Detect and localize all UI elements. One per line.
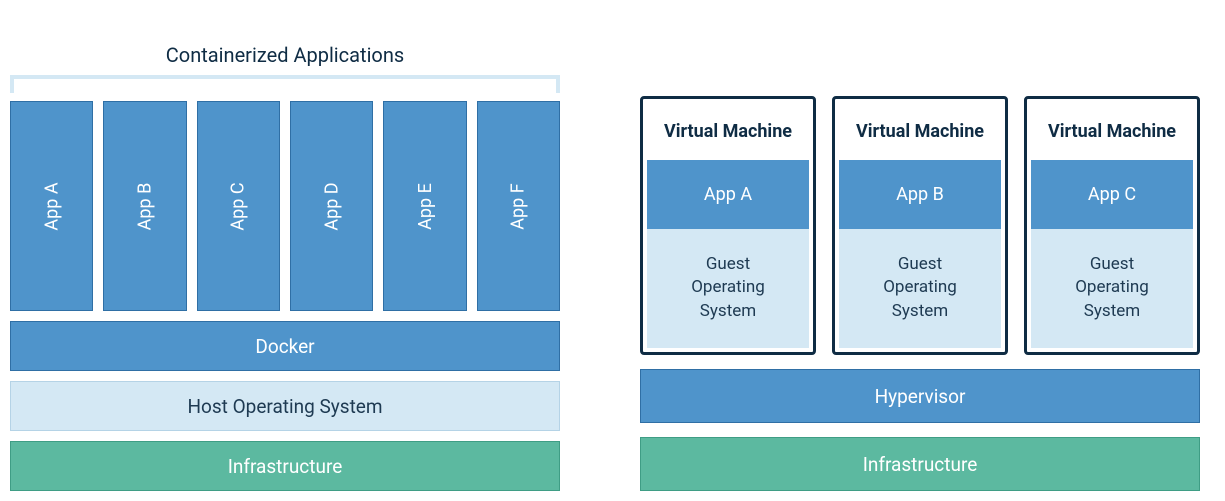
vm-guest-os-layer: GuestOperatingSystem <box>1031 229 1193 348</box>
app-label: App D <box>321 182 342 230</box>
app-label: App C <box>228 182 249 230</box>
docker-layer: Docker <box>10 321 560 371</box>
host-os-layer: Host Operating System <box>10 381 560 431</box>
guest-os-text: GuestOperatingSystem <box>883 254 957 322</box>
app-label: App F <box>508 183 529 229</box>
app-box: App B <box>103 101 186 311</box>
vm-guest-os-layer: GuestOperatingSystem <box>647 229 809 348</box>
app-label: App B <box>134 182 155 230</box>
container-architecture: Containerized Applications App A App B A… <box>10 10 560 491</box>
vm-box: Virtual Machine App C GuestOperatingSyst… <box>1024 96 1200 355</box>
container-apps-row: App A App B App C App D App E App F <box>10 101 560 311</box>
vm-box: Virtual Machine App A GuestOperatingSyst… <box>640 96 816 355</box>
infrastructure-layer: Infrastructure <box>640 437 1200 491</box>
vm-title: Virtual Machine <box>647 103 809 160</box>
container-title: Containerized Applications <box>10 43 560 67</box>
vm-app-layer: App C <box>1031 160 1193 229</box>
vm-title: Virtual Machine <box>839 103 1001 160</box>
vm-row: Virtual Machine App A GuestOperatingSyst… <box>640 96 1200 355</box>
infrastructure-layer: Infrastructure <box>10 441 560 491</box>
vm-app-layer: App A <box>647 160 809 229</box>
vm-guest-os-layer: GuestOperatingSystem <box>839 229 1001 348</box>
vm-title: Virtual Machine <box>1031 103 1193 160</box>
vm-box: Virtual Machine App B GuestOperatingSyst… <box>832 96 1008 355</box>
guest-os-text: GuestOperatingSystem <box>1075 254 1149 322</box>
guest-os-text: GuestOperatingSystem <box>691 254 765 322</box>
hypervisor-layer: Hypervisor <box>640 369 1200 423</box>
app-box: App A <box>10 101 93 311</box>
vm-app-layer: App B <box>839 160 1001 229</box>
vm-architecture: Virtual Machine App A GuestOperatingSyst… <box>640 10 1200 491</box>
app-box: App F <box>477 101 560 311</box>
app-box: App C <box>197 101 280 311</box>
app-box: App E <box>383 101 466 311</box>
bracket-icon <box>10 75 560 93</box>
app-box: App D <box>290 101 373 311</box>
app-label: App E <box>414 183 435 230</box>
app-label: App A <box>41 182 62 230</box>
